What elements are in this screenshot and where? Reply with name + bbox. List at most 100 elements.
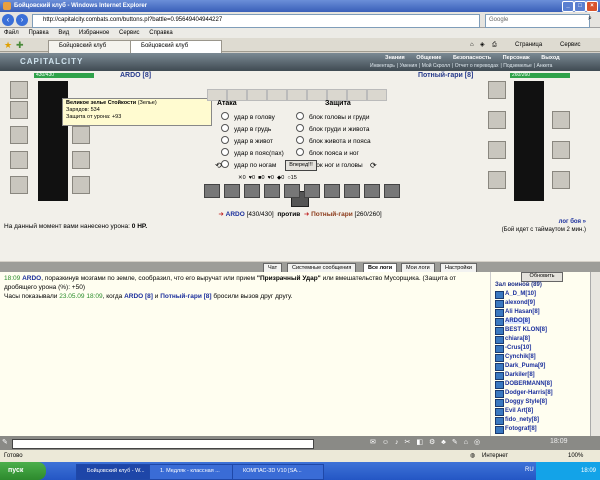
block-option-2[interactable]: блок груди и живота [296, 124, 370, 133]
taskbar-task[interactable]: Бойцовский клуб - W... [76, 464, 158, 480]
nav-security[interactable]: Безопасность [453, 55, 491, 61]
refresh-left-icon[interactable]: ⟲ [215, 161, 222, 170]
tab-2[interactable]: Бойцовский клуб [130, 40, 222, 53]
shield-slot[interactable] [72, 151, 90, 169]
spell-slot[interactable] [287, 89, 307, 101]
spell-slot[interactable] [267, 89, 287, 101]
radio-icon[interactable] [221, 148, 229, 156]
enemy-name[interactable]: Потный-гари [8] [418, 72, 473, 79]
page-menu[interactable]: Страница [515, 39, 542, 51]
warrior-item[interactable]: Cynchik[8] [505, 354, 536, 360]
warrior-item[interactable]: fido_nety[8] [505, 417, 539, 423]
chat-player[interactable]: Потный-гари [8] [160, 293, 211, 300]
menu-tools[interactable]: Сервис [115, 28, 144, 38]
warrior-item[interactable]: alexond[9] [505, 300, 535, 306]
battle-log-link[interactable]: лог боя » [559, 219, 586, 225]
warrior-item[interactable]: Doggy Style[8] [505, 399, 547, 405]
tab-1[interactable]: Бойцовский клуб [48, 40, 140, 53]
menu-file[interactable]: Файл [0, 28, 23, 38]
scroll-icon[interactable] [344, 184, 360, 198]
url-input[interactable]: http://capitalcity.combats.com/buttons.p… [32, 14, 480, 28]
spell-slot[interactable] [307, 89, 327, 101]
search-input[interactable]: Google [485, 14, 590, 28]
feeds-icon[interactable]: ◈ [480, 39, 485, 51]
scroll-icon[interactable] [244, 184, 260, 198]
versus-right[interactable]: Потный-гари [311, 211, 353, 218]
scroll-icon[interactable] [364, 184, 380, 198]
amulet-slot[interactable] [10, 101, 28, 119]
refresh-button[interactable]: Обновить [521, 272, 563, 282]
refresh-right-icon[interactable]: ⟳ [370, 161, 377, 170]
subnav-skills[interactable]: Умения [400, 63, 417, 69]
add-favorite-icon[interactable]: ✚ [16, 40, 24, 51]
chat-icon[interactable]: ✎ [2, 438, 8, 446]
attack-option-legs[interactable]: удар по ногам [221, 160, 276, 169]
menu-favorites[interactable]: Избранное [75, 28, 113, 38]
scroll-icon[interactable] [384, 184, 400, 198]
boots-slot[interactable] [72, 176, 90, 194]
warrior-item[interactable]: BEST KLON[8] [505, 327, 547, 333]
forward-icon[interactable]: › [16, 14, 28, 26]
attack-option-chest[interactable]: удар в грудь [221, 124, 271, 133]
scroll-icon[interactable] [284, 184, 300, 198]
subnav-dungeon[interactable]: Подземелье [503, 63, 532, 69]
armor-slot[interactable] [10, 151, 28, 169]
nav-knowledge[interactable]: Знания [385, 55, 405, 61]
subnav-scroll[interactable]: Мой Скролл [422, 63, 450, 69]
warrior-item[interactable]: A_D_M[10] [505, 291, 536, 297]
sidebar-scrollbar[interactable] [590, 272, 600, 436]
warrior-item[interactable]: ARDO[8] [505, 318, 530, 324]
radio-icon[interactable] [221, 124, 229, 132]
menu-edit[interactable]: Правка [24, 28, 52, 38]
nav-exit[interactable]: Выход [541, 55, 559, 61]
chat-tools-icons[interactable]: ✉☺♪✂◧⚙♣✎⌂◎ [370, 438, 486, 446]
subnav-inventory[interactable]: Инвентарь [370, 63, 395, 69]
spell-slot[interactable] [247, 89, 267, 101]
print-icon[interactable]: ⎙ [492, 39, 497, 51]
radio-icon[interactable] [296, 112, 304, 120]
chat-author[interactable]: ARDO [22, 275, 41, 282]
block-option-4[interactable]: блок пояса и ног [296, 148, 359, 157]
warrior-item[interactable]: Fotograf[8] [505, 426, 537, 432]
scroll-icon[interactable] [264, 184, 280, 198]
warrior-item[interactable]: Evil Art[8] [505, 408, 533, 414]
helmet-slot[interactable] [10, 81, 28, 99]
weapon-slot[interactable] [10, 126, 28, 144]
nav-character[interactable]: Персонаж [503, 55, 530, 61]
warrior-item[interactable]: -Crus[10] [505, 345, 531, 351]
warrior-item[interactable]: DOBERMANN[8] [505, 381, 552, 387]
gloves-slot[interactable] [72, 126, 90, 144]
maximize-button[interactable]: □ [574, 1, 586, 12]
back-icon[interactable]: ‹ [2, 14, 14, 26]
warrior-item[interactable]: chiara[8] [505, 336, 530, 342]
warrior-item[interactable]: Ali Hasan[8] [505, 309, 540, 315]
radio-icon[interactable] [296, 124, 304, 132]
go-button[interactable]: Вперед!!! [285, 160, 317, 171]
radio-icon[interactable] [221, 160, 229, 168]
minimize-button[interactable]: _ [562, 1, 574, 12]
scroll-icon[interactable] [304, 184, 320, 198]
attack-option-belly[interactable]: удар в живот [221, 136, 273, 145]
search-icon[interactable]: ⌕ [588, 15, 592, 23]
taskbar-task[interactable]: КОМПАС-3D V10 [SA... [232, 464, 324, 480]
scroll-icon[interactable] [324, 184, 340, 198]
scroll-icon[interactable] [204, 184, 220, 198]
radio-icon[interactable] [296, 136, 304, 144]
warrior-item[interactable]: Dodger-Harris[8] [505, 390, 553, 396]
tools-menu[interactable]: Сервис [560, 39, 581, 51]
radio-icon[interactable] [221, 136, 229, 144]
warrior-item[interactable]: Dark_Puma[9] [505, 363, 545, 369]
spell-slot[interactable] [367, 89, 387, 101]
attack-option-head[interactable]: удар в голову [221, 112, 275, 121]
menu-help[interactable]: Справка [145, 28, 177, 38]
scroll-icon[interactable] [224, 184, 240, 198]
player-name[interactable]: ARDO [8] [120, 72, 151, 79]
subnav-profile[interactable]: Анкета [536, 63, 552, 69]
warrior-item[interactable]: Darkiler[8] [505, 372, 535, 378]
chat-player[interactable]: ARDO [8] [124, 293, 153, 300]
taskbar-task[interactable]: 1. Медляк - классная ... [149, 464, 241, 480]
nav-chat[interactable]: Общение [416, 55, 441, 61]
language-indicator[interactable]: RU [525, 467, 534, 473]
belt-slot[interactable] [10, 176, 28, 194]
radio-icon[interactable] [296, 148, 304, 156]
